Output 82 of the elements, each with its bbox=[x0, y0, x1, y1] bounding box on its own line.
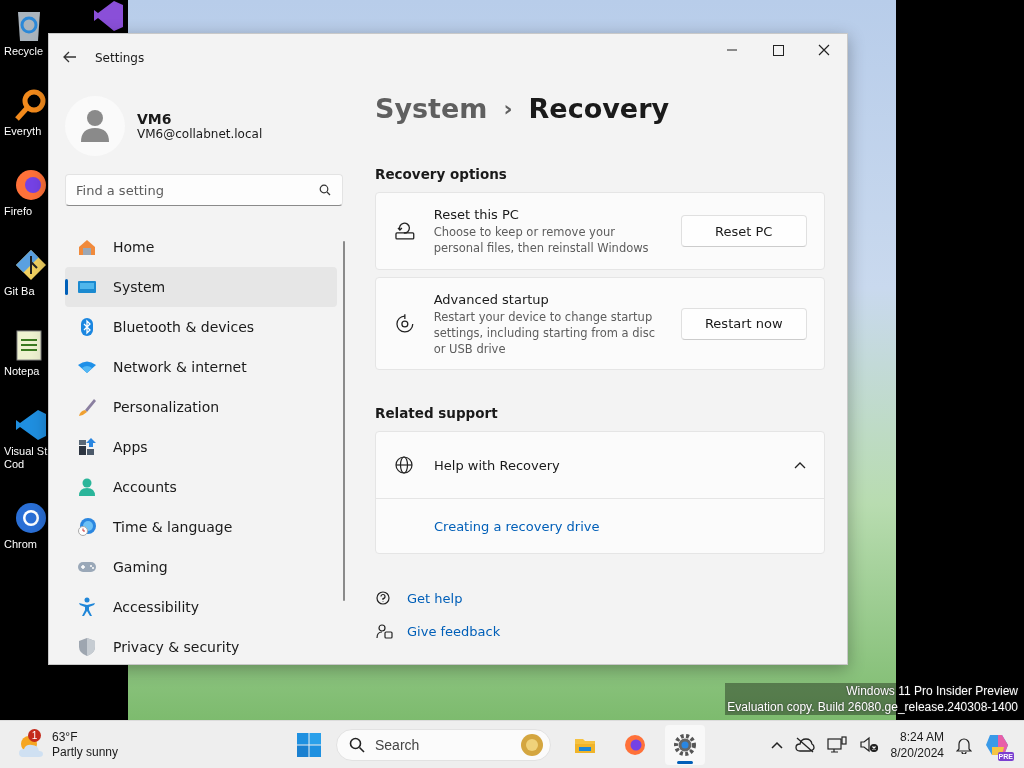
page-title: Recovery bbox=[528, 92, 670, 126]
apps-icon bbox=[77, 437, 97, 457]
volume-muted-icon[interactable] bbox=[858, 735, 879, 754]
action-button[interactable]: Reset PC bbox=[680, 215, 807, 247]
gear-icon bbox=[673, 732, 697, 757]
globe-icon bbox=[394, 455, 414, 475]
app-icon[interactable] bbox=[92, 0, 124, 32]
nav-item[interactable]: Network & internet bbox=[65, 347, 337, 387]
section-heading: Recovery options bbox=[375, 165, 508, 184]
network-monitor-icon[interactable] bbox=[826, 735, 847, 754]
search-icon bbox=[349, 736, 365, 753]
chrome-icon[interactable] bbox=[14, 501, 48, 535]
desktop-icon-label[interactable]: Visual St Cod bbox=[4, 445, 48, 471]
user-name: VM6 bbox=[137, 111, 173, 127]
nav-item[interactable]: Privacy & security bbox=[65, 627, 337, 664]
expander-header[interactable]: Help with Recovery bbox=[376, 432, 824, 498]
desktop-icon-label[interactable]: Recycle bbox=[4, 45, 44, 58]
help-link[interactable]: Give feedback bbox=[407, 624, 501, 639]
desktop-icon-label[interactable]: Git Ba bbox=[4, 285, 35, 298]
chevron-up-icon[interactable] bbox=[794, 461, 806, 469]
shield-icon bbox=[77, 637, 97, 657]
notepad-icon[interactable] bbox=[14, 328, 44, 362]
accessibility-icon bbox=[77, 597, 97, 617]
section-heading: Related support bbox=[375, 404, 499, 423]
option-title: Reset this PC bbox=[433, 206, 520, 224]
desktop-icon-label[interactable]: Chrom bbox=[4, 538, 37, 551]
nav-item[interactable]: Apps bbox=[65, 427, 337, 467]
nav-item[interactable]: Home bbox=[65, 227, 337, 267]
brush-icon bbox=[77, 397, 97, 417]
nav-item[interactable]: Bluetooth & devices bbox=[65, 307, 337, 347]
nav-item[interactable]: Personalization bbox=[65, 387, 337, 427]
help-link[interactable]: Creating a recovery drive bbox=[434, 518, 600, 534]
clock-date: 8/20/2024 bbox=[890, 744, 944, 761]
bell-icon[interactable] bbox=[956, 735, 972, 754]
window-title: Settings bbox=[95, 51, 145, 65]
nav-item[interactable]: Accessibility bbox=[65, 587, 337, 627]
watermark-text: Windows 11 Pro Insider Preview bbox=[725, 683, 1020, 699]
home-icon bbox=[77, 237, 97, 257]
weather-condition: Partly sunny bbox=[52, 744, 119, 760]
option-description: Choose to keep or remove your personal files, then reinstall Windows bbox=[433, 224, 650, 256]
action-button[interactable]: Restart now bbox=[680, 307, 807, 340]
start-button[interactable] bbox=[296, 731, 322, 758]
clock-time: 8:24 AM bbox=[898, 728, 944, 745]
option-description: Restart your device to change startup settings, including starting from a disc or USB drive bbox=[433, 308, 657, 357]
taskbar-app[interactable] bbox=[665, 724, 705, 765]
help-link[interactable]: Get help bbox=[407, 591, 463, 606]
scrollbar[interactable] bbox=[343, 241, 345, 601]
reset-pc-icon bbox=[394, 220, 416, 242]
nav-item[interactable]: Time & language bbox=[65, 507, 337, 547]
code-editor-icon[interactable] bbox=[14, 408, 48, 442]
restart-gear-icon bbox=[394, 312, 416, 335]
temperature-text: 63°F bbox=[52, 729, 79, 745]
firefox-icon bbox=[623, 732, 647, 757]
magnifier-icon[interactable] bbox=[14, 88, 48, 122]
selection-indicator bbox=[65, 279, 68, 295]
nav-item[interactable]: System bbox=[65, 267, 337, 307]
desktop-icon-label[interactable]: Firefo bbox=[4, 205, 33, 218]
search-icon bbox=[319, 184, 331, 196]
clock-globe-icon bbox=[77, 517, 97, 537]
taskbar-search-field[interactable]: Search bbox=[336, 728, 551, 761]
user-email: VM6@collabnet.local bbox=[137, 127, 263, 141]
feedback-icon bbox=[375, 622, 393, 641]
breadcrumb-separator: › bbox=[503, 95, 513, 123]
git-icon[interactable] bbox=[14, 248, 48, 282]
back-arrow-icon[interactable] bbox=[63, 50, 77, 64]
expander-title: Help with Recovery bbox=[434, 457, 560, 473]
cloud-off-icon[interactable] bbox=[794, 736, 815, 753]
breadcrumb-parent[interactable]: System bbox=[375, 91, 488, 127]
chevron-up-icon[interactable] bbox=[770, 740, 783, 749]
watermark-text: Evaluation copy. Build 26080.ge_release.240308-1400 bbox=[725, 699, 1020, 715]
nav-item[interactable]: Gaming bbox=[65, 547, 337, 587]
clock[interactable]: 8:24 AM 8/20/2024 bbox=[890, 728, 944, 761]
option-title: Advanced startup bbox=[433, 290, 550, 309]
nav-item[interactable]: Accounts bbox=[65, 467, 337, 507]
setting-search-field[interactable]: Find a setting bbox=[65, 174, 343, 206]
notification-badge: 1 bbox=[28, 728, 41, 742]
help-icon bbox=[375, 589, 393, 608]
desktop-icon-label[interactable]: Notepa bbox=[4, 365, 40, 378]
firefox-icon[interactable] bbox=[14, 168, 48, 202]
person-icon bbox=[77, 477, 97, 497]
desktop-icon-label[interactable]: Everyth bbox=[4, 125, 42, 138]
active-indicator bbox=[677, 760, 693, 764]
